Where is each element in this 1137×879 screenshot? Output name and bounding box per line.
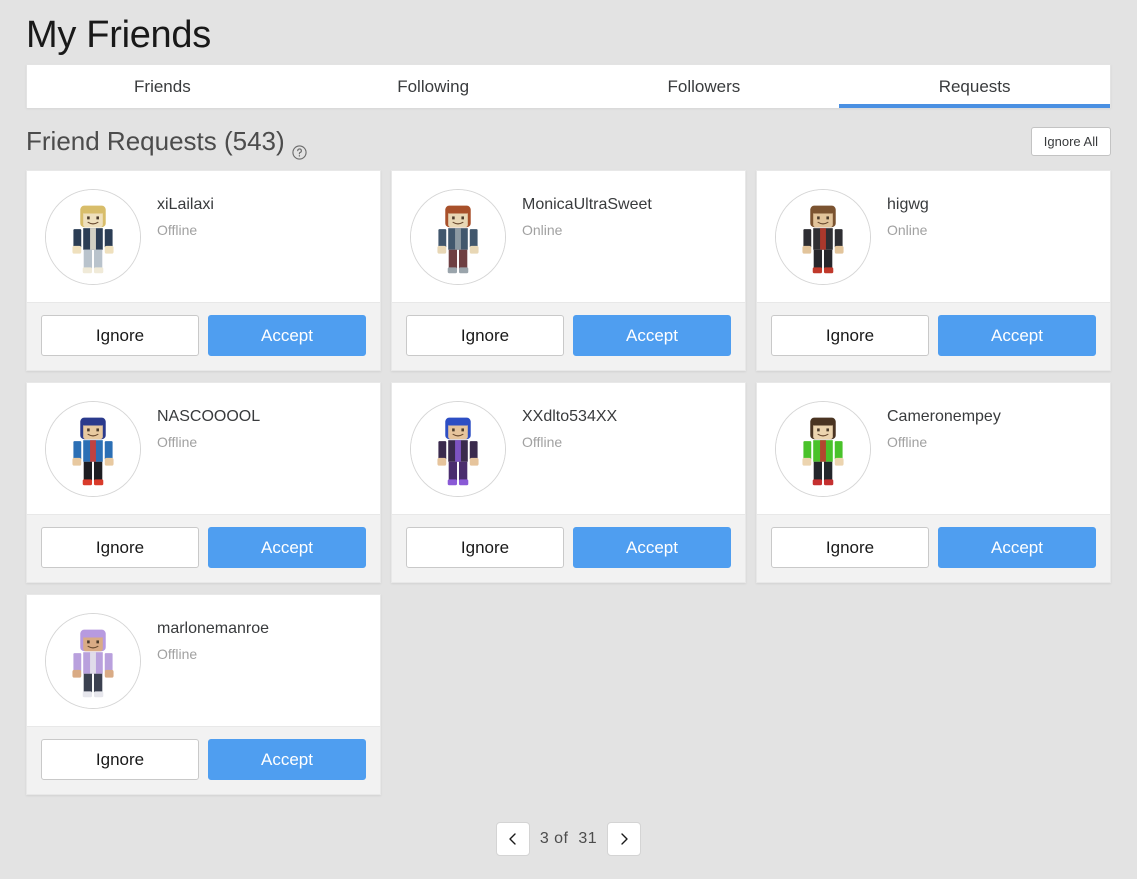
accept-button[interactable]: Accept	[573, 527, 731, 568]
presence-status: Offline	[157, 646, 198, 662]
card-actions: Ignore Accept	[27, 514, 380, 582]
card-body: NASCOOOOL Offline	[27, 383, 380, 514]
avatar[interactable]	[45, 613, 141, 709]
card-info: NASCOOOOL Offline	[141, 401, 260, 451]
ignore-button[interactable]: Ignore	[406, 527, 564, 568]
accept-button[interactable]: Accept	[938, 527, 1096, 568]
tab-followers[interactable]: Followers	[569, 65, 840, 108]
card-body: Cameronempey Offline	[757, 383, 1110, 514]
accept-button[interactable]: Accept	[938, 315, 1096, 356]
ignore-button[interactable]: Ignore	[406, 315, 564, 356]
pagination: 3 of 31	[26, 822, 1111, 856]
card-actions: Ignore Accept	[392, 302, 745, 370]
username-link[interactable]: MonicaUltraSweet	[522, 195, 652, 215]
username-link[interactable]: xiLailaxi	[157, 195, 214, 215]
card-body: higwg Online	[757, 171, 1110, 302]
username-link[interactable]: higwg	[887, 195, 929, 215]
ignore-button[interactable]: Ignore	[41, 315, 199, 356]
avatar[interactable]	[45, 401, 141, 497]
presence-status: Online	[522, 222, 563, 238]
tab-following[interactable]: Following	[298, 65, 569, 108]
section-title: Friend Requests (543)	[26, 126, 307, 160]
avatar[interactable]	[410, 189, 506, 285]
presence-status: Offline	[887, 434, 928, 450]
ignore-button[interactable]: Ignore	[41, 739, 199, 780]
username-link[interactable]: XXdlto534XX	[522, 407, 617, 427]
card-info: Cameronempey Offline	[871, 401, 1001, 451]
friend-request-card: higwg Online Ignore Accept	[756, 170, 1111, 371]
accept-button[interactable]: Accept	[208, 527, 366, 568]
card-info: xiLailaxi Offline	[141, 189, 214, 239]
card-body: xiLailaxi Offline	[27, 171, 380, 302]
accept-button[interactable]: Accept	[573, 315, 731, 356]
accept-button[interactable]: Accept	[208, 315, 366, 356]
card-actions: Ignore Accept	[27, 302, 380, 370]
avatar[interactable]	[775, 189, 871, 285]
avatar[interactable]	[45, 189, 141, 285]
ignore-button[interactable]: Ignore	[41, 527, 199, 568]
card-info: marlonemanroe Offline	[141, 613, 269, 663]
chevron-right-icon	[617, 832, 631, 846]
page-title: My Friends	[26, 14, 211, 56]
ignore-button[interactable]: Ignore	[771, 527, 929, 568]
friend-request-card: xiLailaxi Offline Ignore Accept	[26, 170, 381, 371]
ignore-all-button[interactable]: Ignore All	[1030, 126, 1111, 156]
card-info: higwg Online	[871, 189, 929, 239]
friend-request-card: Cameronempey Offline Ignore Accept	[756, 382, 1111, 583]
chevron-left-icon	[506, 832, 520, 846]
card-actions: Ignore Accept	[757, 302, 1110, 370]
friend-request-card: marlonemanroe Offline Ignore Accept	[26, 594, 381, 795]
friend-request-grid: xiLailaxi Offline Ignore Accept MonicaUltraS…	[26, 170, 1111, 795]
tab-requests[interactable]: Requests	[839, 65, 1110, 108]
friend-request-card: NASCOOOOL Offline Ignore Accept	[26, 382, 381, 583]
pagination-prev-button[interactable]	[495, 822, 530, 856]
username-link[interactable]: marlonemanroe	[157, 619, 269, 639]
section-title-label: Friend Requests (543)	[26, 126, 285, 156]
presence-status: Offline	[157, 434, 198, 450]
avatar[interactable]	[775, 401, 871, 497]
tab-bar: Friends Following Followers Requests	[26, 64, 1111, 108]
presence-status: Online	[887, 222, 928, 238]
username-link[interactable]: NASCOOOOL	[157, 407, 260, 427]
pagination-next-button[interactable]	[607, 822, 642, 856]
pagination-label: 3 of 31	[539, 830, 598, 847]
presence-status: Offline	[522, 434, 563, 450]
accept-button[interactable]: Accept	[208, 739, 366, 780]
card-body: XXdlto534XX Offline	[392, 383, 745, 514]
section-header-row: Friend Requests (543) Ignore All	[26, 108, 1111, 170]
card-body: marlonemanroe Offline	[27, 595, 380, 726]
card-info: MonicaUltraSweet Online	[506, 189, 652, 239]
card-actions: Ignore Accept	[392, 514, 745, 582]
card-info: XXdlto534XX Offline	[506, 401, 617, 451]
question-circle-icon[interactable]	[292, 136, 307, 160]
username-link[interactable]: Cameronempey	[887, 407, 1001, 427]
presence-status: Offline	[157, 222, 198, 238]
card-actions: Ignore Accept	[27, 726, 380, 794]
tab-friends[interactable]: Friends	[27, 65, 298, 108]
card-actions: Ignore Accept	[757, 514, 1110, 582]
friends-page: My Friends Friends Following Followers Requ…	[0, 0, 1137, 879]
friend-request-card: MonicaUltraSweet Online Ignore Accept	[391, 170, 746, 371]
card-body: MonicaUltraSweet Online	[392, 171, 745, 302]
ignore-button[interactable]: Ignore	[771, 315, 929, 356]
avatar[interactable]	[410, 401, 506, 497]
friend-request-card: XXdlto534XX Offline Ignore Accept	[391, 382, 746, 583]
